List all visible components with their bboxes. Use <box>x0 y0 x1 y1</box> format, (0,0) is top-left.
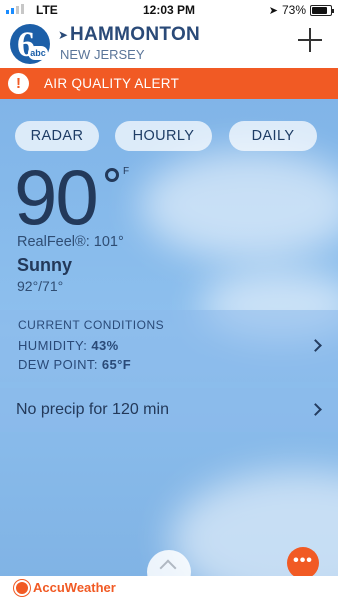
city-name[interactable]: HAMMONTON <box>70 24 200 46</box>
alert-text: AIR QUALITY ALERT <box>44 76 180 91</box>
battery-percent: 73% <box>281 3 306 17</box>
station-logo[interactable]: 6 abc <box>10 24 50 64</box>
dew-point-label: DEW POINT: <box>18 357 98 372</box>
high-low-temperature: 92°/71° <box>17 278 64 294</box>
dew-point-row: DEW POINT: 65°F <box>18 357 131 372</box>
minutecast-panel[interactable]: No precip for 120 min <box>0 388 338 432</box>
weather-condition: Sunny <box>17 255 73 275</box>
chevron-right-icon <box>309 339 322 352</box>
air-quality-alert-banner[interactable]: ! AIR QUALITY ALERT <box>0 68 338 99</box>
location-arrow-icon: ➤ <box>58 28 69 42</box>
precip-text: No precip for 120 min <box>16 401 169 418</box>
logo-abc: abc <box>28 46 48 60</box>
weather-screen: LTE 12:03 PM ➤ 73% 6 abc ➤ HAMMONTON NEW… <box>0 0 338 600</box>
add-location-button[interactable] <box>298 28 322 52</box>
state-name: NEW JERSEY <box>60 47 145 62</box>
realfeel-temperature: RealFeel®: 101° <box>17 234 124 250</box>
app-header: 6 abc ➤ HAMMONTON NEW JERSEY <box>0 20 338 68</box>
more-options-button[interactable]: ••• <box>287 547 319 579</box>
accuweather-logo[interactable]: AccuWeather <box>33 580 116 595</box>
tab-daily[interactable]: DAILY <box>229 121 317 151</box>
current-temperature: 90 <box>14 153 99 241</box>
degree-symbol <box>105 168 119 182</box>
accuweather-sun-icon <box>16 582 28 594</box>
tab-hourly[interactable]: HOURLY <box>115 121 212 151</box>
alert-icon: ! <box>8 73 29 94</box>
dew-point-value: 65°F <box>101 357 132 372</box>
footer: AccuWeather <box>0 576 338 600</box>
humidity-row: HUMIDITY: 43% <box>18 338 119 353</box>
humidity-value: 43% <box>91 338 119 353</box>
chevron-right-icon <box>309 403 322 416</box>
chevron-up-icon <box>159 559 177 577</box>
battery-icon <box>310 4 334 16</box>
current-conditions-panel[interactable]: CURRENT CONDITIONS HUMIDITY: 43% DEW POI… <box>0 310 338 382</box>
status-bar: LTE 12:03 PM ➤ 73% <box>0 0 338 20</box>
current-conditions-title: CURRENT CONDITIONS <box>18 318 165 332</box>
location-services-icon: ➤ <box>268 4 278 17</box>
humidity-label: HUMIDITY: <box>18 338 88 353</box>
cloud-decoration <box>140 150 338 260</box>
temperature-unit: F <box>123 166 130 177</box>
tab-radar[interactable]: RADAR <box>15 121 99 151</box>
